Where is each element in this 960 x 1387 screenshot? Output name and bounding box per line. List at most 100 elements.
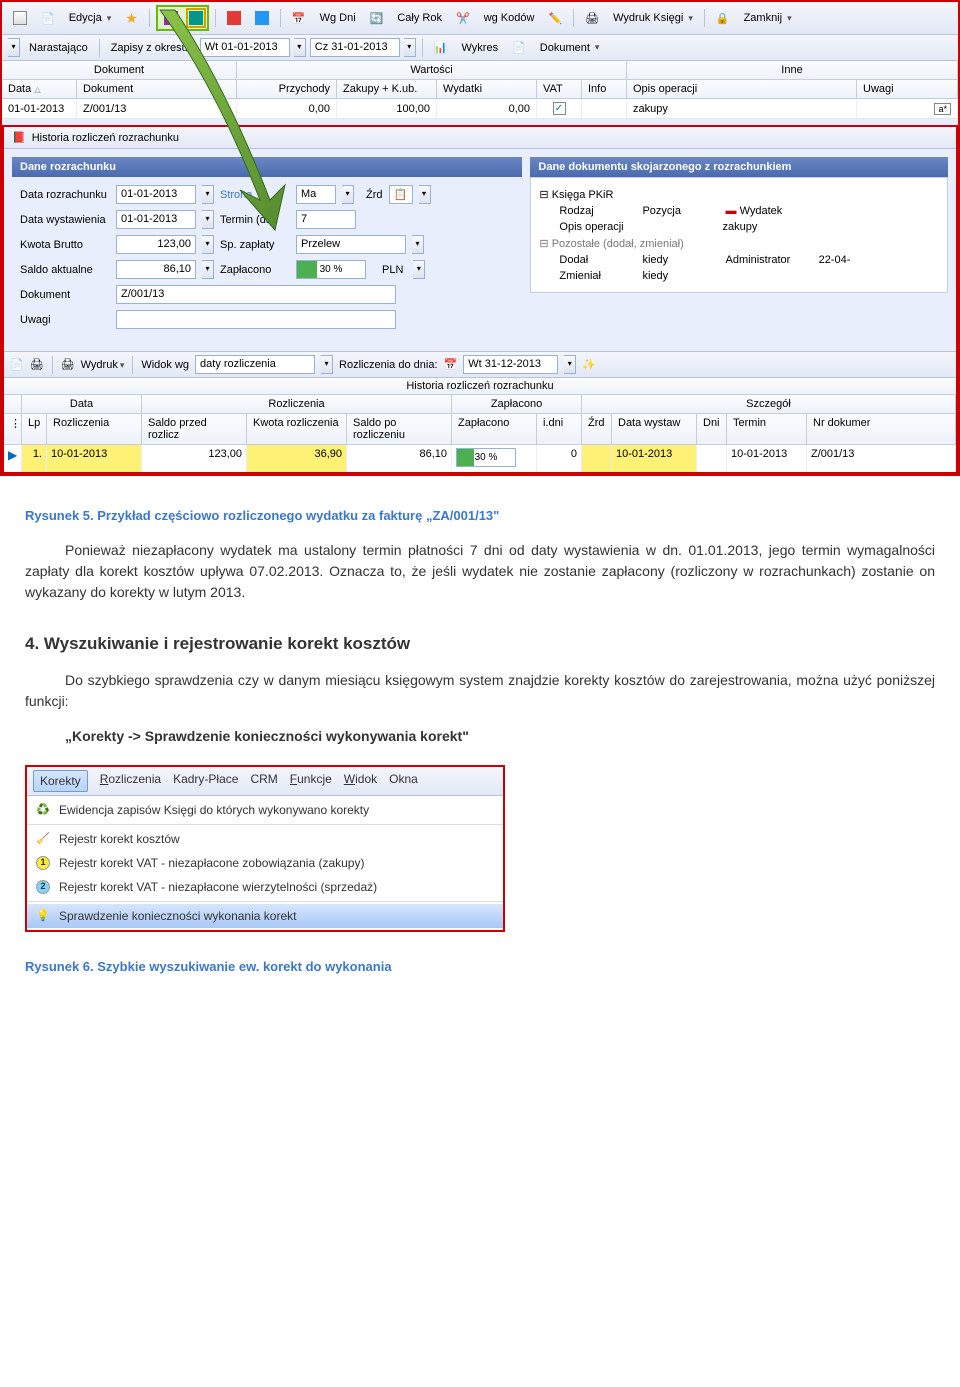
col-dokument[interactable]: Dokument (77, 80, 237, 98)
menu-item-rejestr-kosztow[interactable]: 🧹 Rejestr korekt kosztów (27, 827, 503, 851)
wydruk-ksiegi-button[interactable]: Wydruk Księgi▾ (608, 10, 698, 26)
doc-small-icon[interactable]: 📄 (10, 358, 24, 371)
kwota-dd[interactable]: ▾ (202, 235, 214, 254)
menu-rozliczenia[interactable]: RRozliczeniaozliczenia (100, 770, 161, 792)
menu-kadry[interactable]: Kadry-Płace (173, 770, 238, 792)
cell-wydatki: 0,00 (437, 99, 537, 118)
grid-row[interactable]: 01-01-2013 Z/001/13 0,00 100,00 0,00 ✓ z… (2, 99, 958, 119)
date-from-dd[interactable]: ▾ (294, 38, 306, 57)
data-wyst-dd[interactable]: ▾ (202, 210, 214, 229)
date-to-input[interactable]: Cz 31-01-2013 (310, 38, 400, 57)
col-data[interactable]: Data △ (2, 80, 77, 98)
dane-dokumentu-panel: Dane dokumentu skojarzonego z rozrachunk… (530, 157, 948, 343)
col-zakupy[interactable]: Zakupy + K.ub. (337, 80, 437, 98)
col-wydatki[interactable]: Wydatki (437, 80, 537, 98)
cell-uwagi[interactable]: a* (857, 99, 958, 118)
cal-small-icon[interactable]: 📅 (444, 358, 458, 371)
cell-vat[interactable]: ✓ (537, 99, 582, 118)
data-wyst-input[interactable]: 01-01-2013 (116, 210, 196, 229)
wydruk-button[interactable]: Wydruk▾ (81, 359, 125, 371)
zrd-dd[interactable]: ▾ (419, 185, 431, 204)
cell-opis: zakupy (627, 99, 857, 118)
data-rozr-label: Data rozrachunku (20, 189, 110, 201)
date-from-input[interactable]: Wt 01-01-2013 (200, 38, 290, 57)
menu-korekty[interactable]: Korekty (33, 770, 88, 792)
hist-nrdok: Z/001/13 (807, 445, 956, 472)
menu-screenshot: Korekty RRozliczeniaozliczenia Kadry-Pła… (25, 765, 505, 932)
pln-dd[interactable]: ▾ (413, 260, 425, 279)
star-icon[interactable]: ★ (120, 8, 143, 29)
codes-icon[interactable]: ✂️ (451, 10, 475, 27)
widok-wg-input[interactable]: daty rozliczenia (195, 355, 315, 374)
sp-zaplaty-input[interactable]: Przelew (296, 235, 406, 254)
hist-row[interactable]: ▶ 1. 10-01-2013 123,00 36,90 86,10 30 % … (4, 445, 956, 472)
tree-pozostale[interactable]: ⊟ Pozostałe (dodał, zmieniał) (539, 235, 939, 252)
zapisy-label: Zapisy z okresu: (106, 40, 196, 56)
wg-kodow-button[interactable]: wg Kodów (479, 10, 540, 26)
termin-input[interactable]: 7 (296, 210, 356, 229)
row-marker: ▶ (4, 445, 22, 472)
wg-dni-button[interactable]: Wg Dni (315, 10, 361, 26)
data-rozr-dd[interactable]: ▾ (202, 185, 214, 204)
saldo-input[interactable]: 86,10 (116, 260, 196, 279)
tree-opis-row: Opis operacji zakupy (539, 219, 939, 235)
narastajaco-button[interactable]: Narastająco (24, 40, 93, 56)
blue-square-icon[interactable] (250, 9, 274, 27)
main-app-window: 📄 Edycja▾ ★ 📅 Wg Dni 🔄 Cały Rok ✂️ wg Ko… (0, 0, 960, 476)
dropdown-toggle[interactable]: ▾ (8, 38, 20, 57)
rozl-date-dd[interactable]: ▾ (564, 355, 576, 374)
col-uwagi[interactable]: Uwagi (857, 80, 958, 98)
menu-item-sprawdzenie[interactable]: 💡 Sprawdzenie konieczności wykonania kor… (27, 904, 503, 928)
lock-icon[interactable]: 🔒 (711, 10, 735, 27)
doc-icon[interactable]: 📄 (507, 39, 531, 56)
sp-zaplaty-dd[interactable]: ▾ (412, 235, 424, 254)
toolbar-filter: ▾ Narastająco Zapisy z okresu: Wt 01-01-… (2, 35, 958, 61)
saldo-dd[interactable]: ▾ (202, 260, 214, 279)
menu-crm[interactable]: CRM (250, 770, 277, 792)
menu-item-rejestr-vat-sprzedaz[interactable]: 2 Rejestr korekt VAT - niezapłacone wier… (27, 875, 503, 899)
widok-wg-dd[interactable]: ▾ (321, 355, 333, 374)
strona-input[interactable]: Ma (296, 185, 336, 204)
cycle-icon[interactable]: 🔄 (365, 10, 389, 27)
printer-icon[interactable]: 🖨 (61, 358, 75, 371)
col-info[interactable]: Info (582, 80, 627, 98)
date-to-dd[interactable]: ▾ (404, 38, 416, 57)
pencil-icon[interactable]: ✏️ (543, 10, 567, 27)
panel-bottom-toolbar: 📄 🖨 🖨 Wydruk▾ Widok wg daty rozliczenia▾… (4, 351, 956, 378)
menu-widok[interactable]: Widok (344, 770, 377, 792)
red-square-icon[interactable] (222, 9, 246, 27)
vat-checkbox[interactable]: ✓ (553, 102, 566, 115)
col-opis[interactable]: Opis operacji (627, 80, 857, 98)
col-vat[interactable]: VAT (537, 80, 582, 98)
rozl-date-input[interactable]: Wt 31-12-2013 (463, 355, 558, 374)
print-small-icon[interactable]: 🖨 (30, 358, 44, 371)
menu-okna[interactable]: Okna (389, 770, 418, 792)
print-icon[interactable]: 🖨 (580, 10, 604, 27)
chart-icon[interactable]: 📊 (429, 39, 453, 56)
tool-icon-selected[interactable] (186, 8, 206, 28)
menu-funkcje[interactable]: Funkcje (290, 770, 332, 792)
group-inne: Inne (627, 61, 958, 79)
edit-icon[interactable]: 📄 (36, 10, 60, 27)
calendar-icon[interactable]: 📅 (287, 10, 311, 27)
caly-rok-button[interactable]: Cały Rok (392, 10, 447, 26)
strona-dd[interactable]: ▾ (342, 185, 354, 204)
wand-icon[interactable]: ✨ (582, 358, 596, 371)
col-przychody[interactable]: Przychody (237, 80, 337, 98)
uwagi-input[interactable] (116, 310, 396, 329)
edycja-button[interactable]: Edycja▾ (64, 10, 117, 26)
tree-ksiega[interactable]: ⊟ Księga PKiR (539, 186, 939, 203)
zrd-icon-input[interactable]: 📋 (389, 185, 413, 204)
cell-przychody: 0,00 (237, 99, 337, 118)
termin-label: Termin (dni) (220, 214, 290, 226)
dokument-input[interactable]: Z/001/13 (116, 285, 396, 304)
zamknij-button[interactable]: Zamknij▾ (739, 10, 797, 26)
tool-icon-1[interactable] (159, 9, 183, 27)
data-rozr-input[interactable]: 01-01-2013 (116, 185, 196, 204)
menu-item-ewidencja[interactable]: ♻️ Ewidencja zapisów Księgi do których w… (27, 798, 503, 822)
kwota-input[interactable]: 123,00 (116, 235, 196, 254)
eraser-icon: 🧹 (35, 831, 51, 847)
dokument-button[interactable]: Dokument▾ (535, 40, 605, 56)
wykres-button[interactable]: Wykres (457, 40, 504, 56)
menu-item-rejestr-vat-zakupy[interactable]: 1 Rejestr korekt VAT - niezapłacone zobo… (27, 851, 503, 875)
